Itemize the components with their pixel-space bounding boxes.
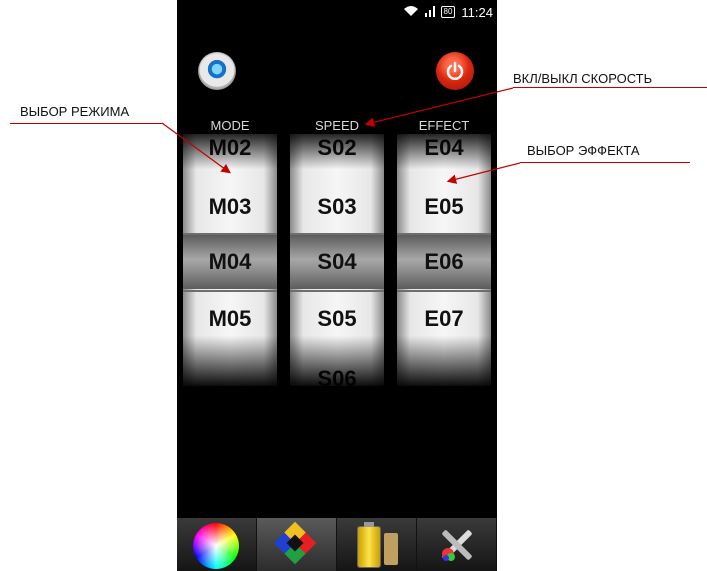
annotation-arrows (161, 87, 521, 184)
